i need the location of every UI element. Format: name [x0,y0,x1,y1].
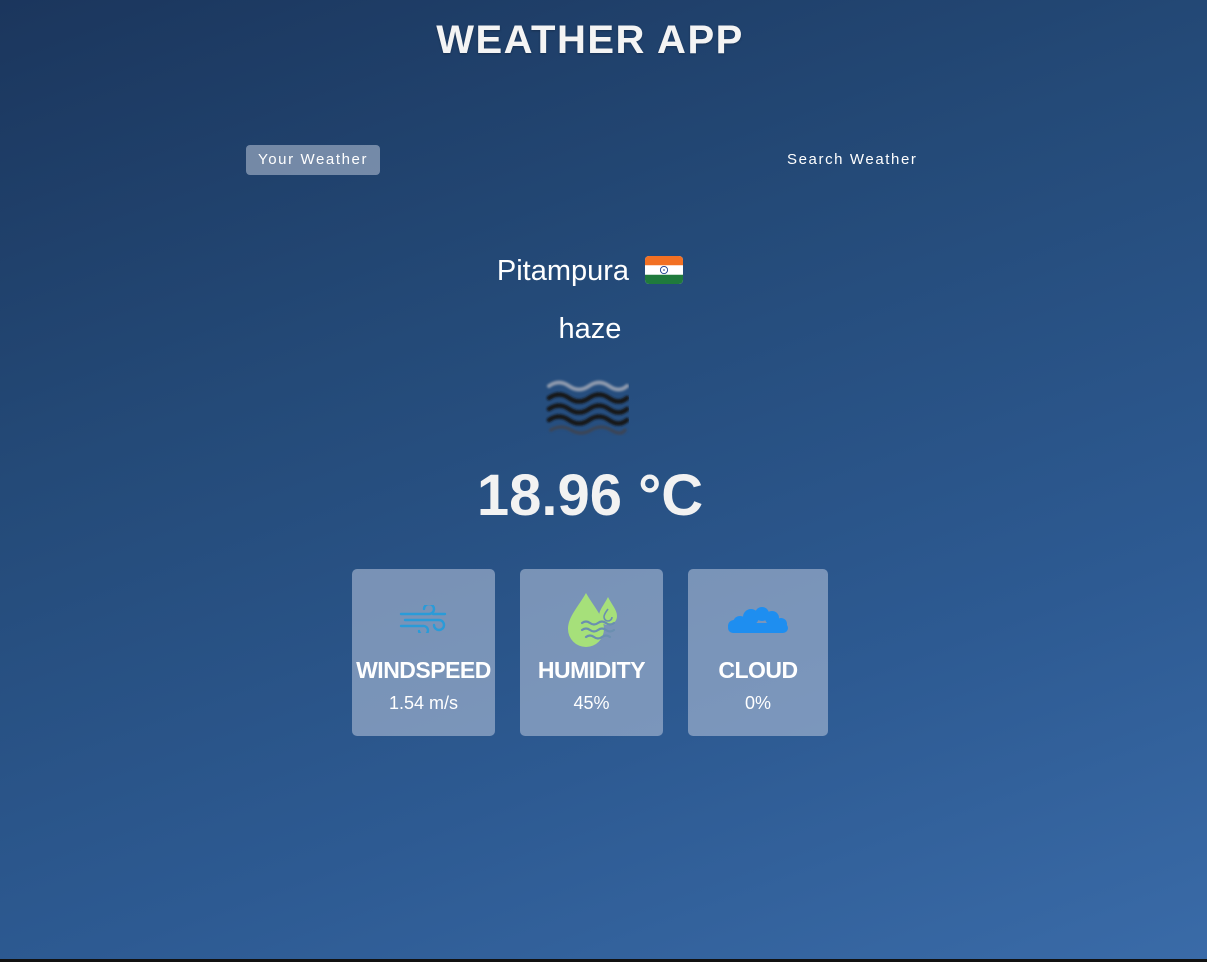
india-flag-icon [645,256,684,292]
cloud-value: 0% [744,693,771,713]
location-row: Pitampura [0,255,1180,292]
temperature-value: 18.96 °C [476,463,704,528]
haze-icon [545,376,630,436]
wind-icon [352,605,495,633]
humidity-label: HUMIDITY [537,657,646,683]
humidity-icon [520,591,663,649]
tab-your-weather[interactable]: Your Weather [246,145,381,175]
city-name: Pitampura [496,255,630,287]
cloud-card: CLOUD 0% [688,569,828,736]
windspeed-value: 1.54 m/s [388,693,459,713]
cloud-label: CLOUD [718,657,798,683]
windspeed-label: WINDSPEED [356,657,491,683]
weather-description: haze [558,313,622,345]
humidity-card: HUMIDITY 45% [520,569,663,736]
humidity-value: 45% [573,693,610,713]
app-title: WEATHER APP [436,18,744,62]
tab-search-weather[interactable]: Search Weather [775,145,930,175]
windspeed-card: WINDSPEED 1.54 m/s [352,569,495,736]
cloud-icon [688,605,828,635]
